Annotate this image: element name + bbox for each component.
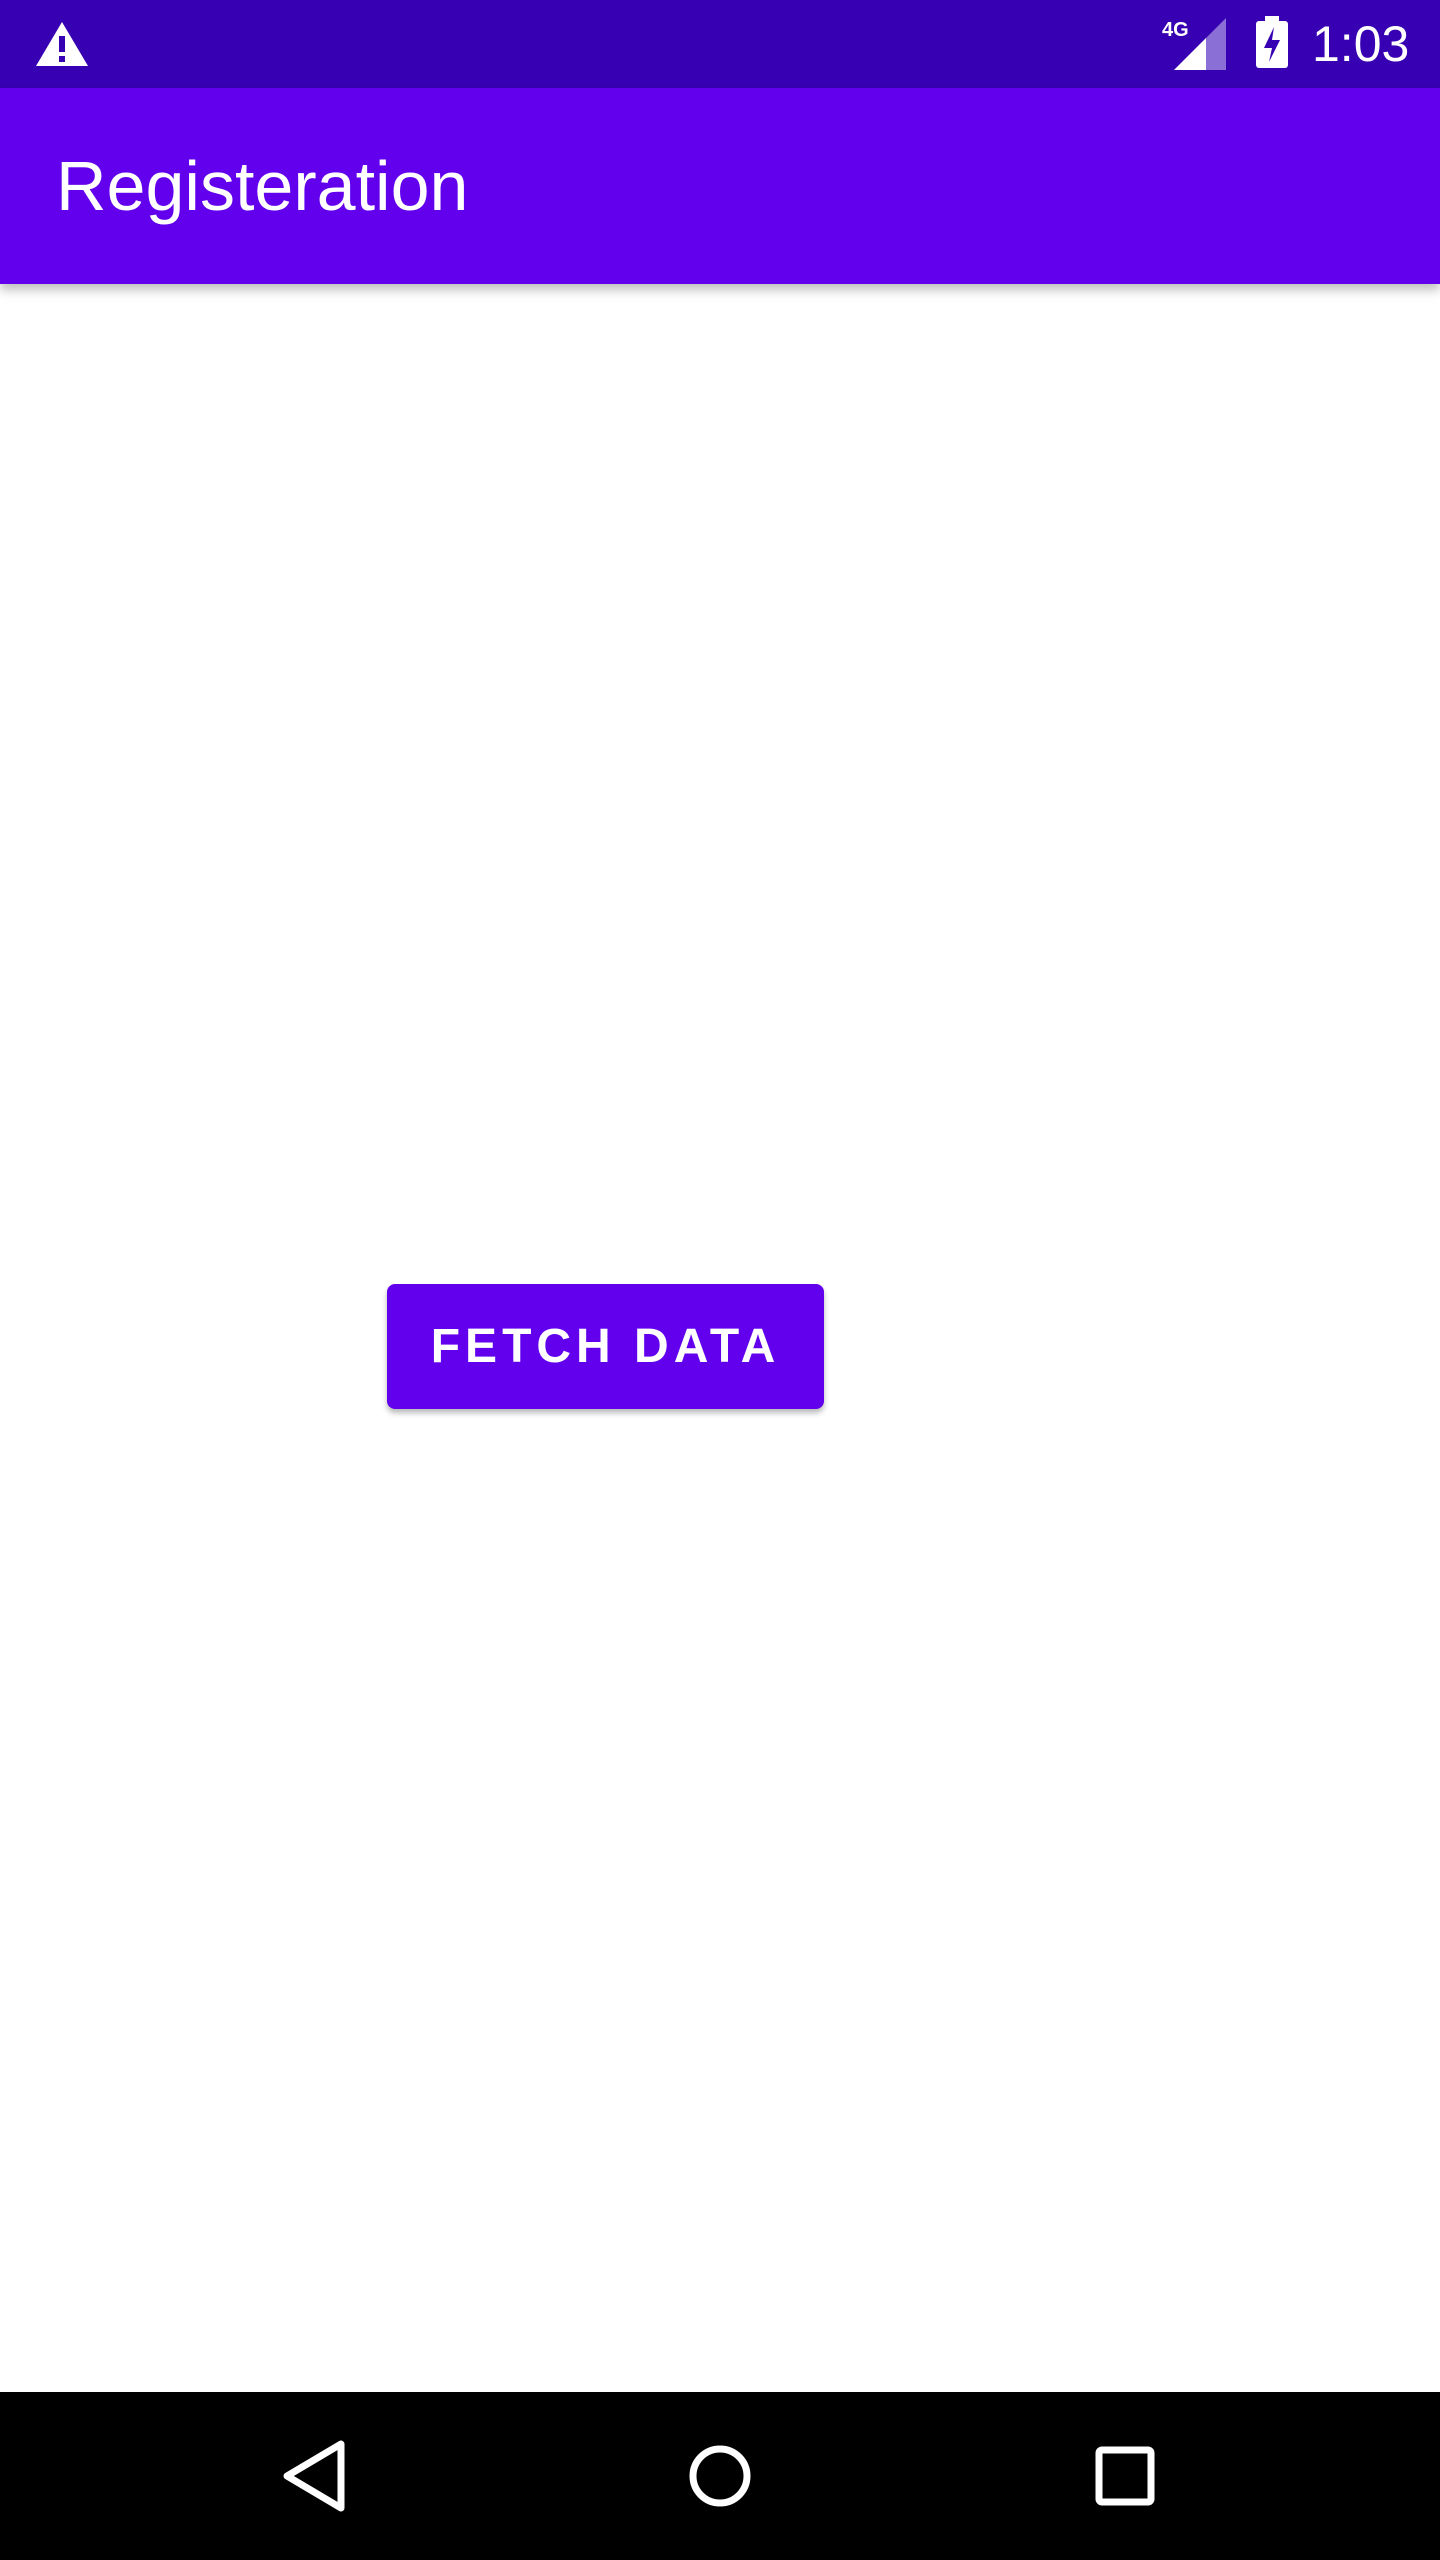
home-icon[interactable] [670,2426,770,2526]
page-title: Registeration [56,147,469,225]
network-type-label: 4G [1162,19,1189,41]
back-icon[interactable] [265,2426,365,2526]
warning-icon [36,22,88,66]
app-bar: Registeration [0,88,1440,284]
fetch-data-button[interactable]: FETCH DATA [387,1284,824,1409]
battery-charging-icon [1256,16,1288,68]
navigation-bar [0,2392,1440,2560]
recents-icon[interactable] [1075,2426,1175,2526]
signal-icon: 4G [1162,18,1226,70]
status-bar: 4G 1:03 [0,0,1440,88]
main-content: FETCH DATA [0,284,1440,2392]
status-time: 1:03 [1312,16,1410,72]
